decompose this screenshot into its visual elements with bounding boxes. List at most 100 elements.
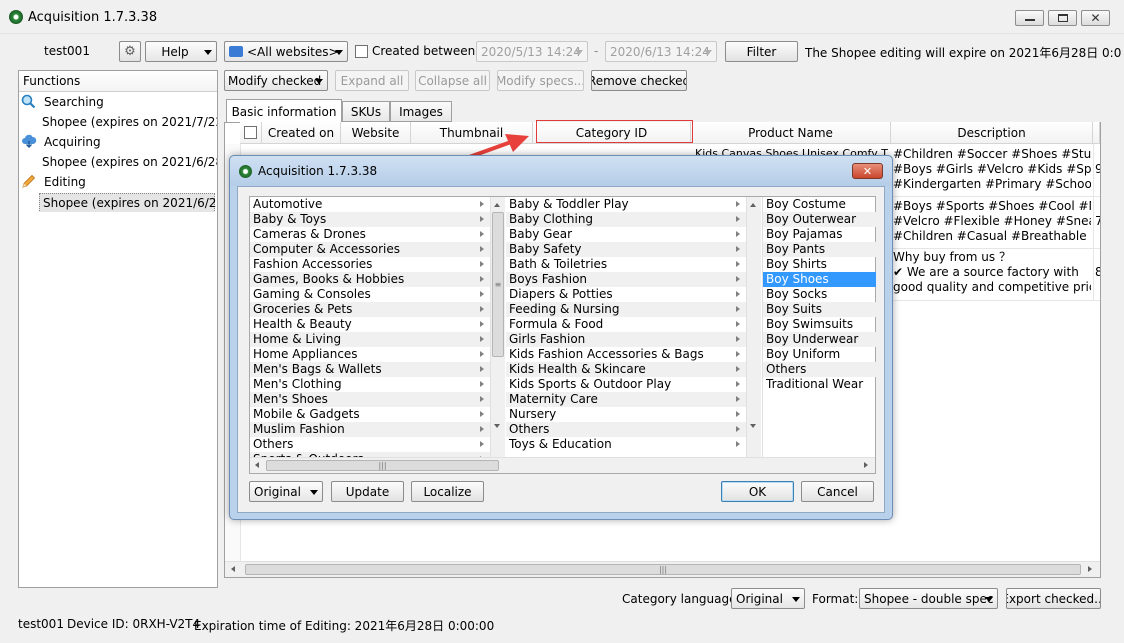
column-website[interactable]: Website (341, 122, 411, 144)
scrollbar-thumb[interactable]: ||| (266, 460, 499, 471)
category-item[interactable]: Boy Pajamas (763, 227, 876, 242)
remove-checked-button[interactable]: Remove checked (591, 70, 687, 91)
chevron-right-icon (480, 291, 484, 297)
category-item[interactable]: Games, Books & Hobbies (250, 272, 490, 287)
format-select[interactable]: Shopee - double spec (859, 588, 998, 609)
category-item[interactable]: Baby Clothing (506, 212, 746, 227)
category-item[interactable]: Toys & Education (506, 437, 746, 452)
table-row[interactable]: #Boys #Sports #Shoes #Cool #Mesh#Velcro … (893, 199, 1091, 244)
help-dropdown[interactable]: Help (145, 41, 217, 62)
category-item[interactable]: Mobile & Gadgets (250, 407, 490, 422)
category-item[interactable]: Maternity Care (506, 392, 746, 407)
category-item[interactable]: Nursery (506, 407, 746, 422)
maximize-button[interactable] (1048, 10, 1077, 26)
website-select[interactable]: <All websites> (224, 41, 348, 62)
column-description[interactable]: Description (891, 122, 1093, 144)
category-item[interactable]: Gaming & Consoles (250, 287, 490, 302)
category-item[interactable]: Boy Underwear (763, 332, 876, 347)
category-item[interactable]: Traditional Wear (763, 377, 876, 392)
category-item[interactable]: Formula & Food (506, 317, 746, 332)
scrollbar-thumb[interactable]: ≡ (492, 212, 504, 357)
collapse-all-button[interactable]: Collapse all (415, 70, 490, 91)
category-item[interactable]: Boy Swimsuits (763, 317, 876, 332)
category-item[interactable]: Health & Beauty (250, 317, 490, 332)
category-item[interactable]: Boy Shirts (763, 257, 876, 272)
tab-skus[interactable]: SKUs (342, 101, 390, 122)
table-row[interactable]: #Children #Soccer #Shoes #Student#Boys #… (893, 147, 1091, 192)
ok-button[interactable]: OK (721, 481, 794, 502)
category-item[interactable]: Men's Bags & Wallets (250, 362, 490, 377)
category-item[interactable]: Others (506, 422, 746, 437)
modify-specs-button[interactable]: Modify specs... (497, 70, 584, 91)
category-item[interactable]: Men's Clothing (250, 377, 490, 392)
category-item[interactable]: Bath & Toiletries (506, 257, 746, 272)
category-item[interactable]: Muslim Fashion (250, 422, 490, 437)
scrollbar-thumb[interactable]: ||| (245, 564, 1081, 575)
function-item-shopee[interactable]: Shopee (expires on 2021/6/28 ... (19, 192, 217, 212)
category-item[interactable]: Boy Pants (763, 242, 876, 257)
function-group-searching[interactable]: Searching (19, 92, 217, 112)
category-item[interactable]: Home & Living (250, 332, 490, 347)
update-button[interactable]: Update (331, 481, 404, 502)
category-item[interactable]: Baby Gear (506, 227, 746, 242)
category-item[interactable]: Feeding & Nursing (506, 302, 746, 317)
table-horizontal-scrollbar[interactable]: ||| (225, 561, 1100, 577)
category-item[interactable]: Groceries & Pets (250, 302, 490, 317)
category-item[interactable]: Baby & Toys (250, 212, 490, 227)
function-group-acquiring[interactable]: Acquiring (19, 132, 217, 152)
category-item[interactable]: Boy Costume (763, 197, 876, 212)
date-from-picker[interactable]: 2020/5/13 14:24 (476, 41, 588, 62)
category-item[interactable]: Boy Outerwear (763, 212, 876, 227)
modify-checked-dropdown[interactable]: Modify checked (224, 70, 328, 91)
column-product-name[interactable]: Product Name (691, 122, 891, 144)
category-item[interactable]: Kids Sports & Outdoor Play (506, 377, 746, 392)
category-item[interactable]: Boy Suits (763, 302, 876, 317)
date-separator: - (594, 44, 599, 58)
settings-button[interactable]: ⚙ (119, 41, 141, 62)
column-1-scrollbar[interactable]: ≡ (490, 197, 505, 457)
date-to-picker[interactable]: 2020/6/13 14:24 (605, 41, 717, 62)
category-item[interactable]: Others (250, 437, 490, 452)
category-item[interactable]: Fashion Accessories (250, 257, 490, 272)
category-item[interactable]: Diapers & Potties (506, 287, 746, 302)
close-button[interactable]: ✕ (1081, 10, 1110, 26)
created-between-checkbox[interactable] (355, 45, 368, 58)
category-item[interactable]: Kids Health & Skincare (506, 362, 746, 377)
function-item-shopee[interactable]: Shopee (expires on 2021/7/22 ... (19, 112, 217, 132)
category-item[interactable]: Girls Fashion (506, 332, 746, 347)
column-extra[interactable] (1093, 122, 1100, 144)
dialog-close-button[interactable]: ✕ (852, 163, 883, 179)
select-all-checkbox[interactable] (244, 126, 257, 139)
category-item[interactable]: Boy Socks (763, 287, 876, 302)
category-item[interactable]: Kids Fashion Accessories & Bags (506, 347, 746, 362)
category-item[interactable]: Cameras & Drones (250, 227, 490, 242)
function-group-editing[interactable]: Editing (19, 172, 217, 192)
category-item[interactable]: Automotive (250, 197, 490, 212)
tab-basic-information[interactable]: Basic information (226, 99, 342, 123)
status-bar: test001 Device ID: 0RXH-V2T4 Expiration … (0, 612, 1124, 643)
category-language-select[interactable]: Original (731, 588, 805, 609)
category-source-dropdown[interactable]: Original (249, 481, 323, 502)
chevron-right-icon (480, 216, 484, 222)
column-2-scrollbar[interactable] (746, 197, 761, 457)
expand-all-button[interactable]: Expand all (335, 70, 409, 91)
localize-button[interactable]: Localize (411, 481, 484, 502)
cancel-button[interactable]: Cancel (801, 481, 874, 502)
category-item[interactable]: Boy Uniform (763, 347, 876, 362)
column-created-on[interactable]: Created on (262, 122, 341, 144)
category-item[interactable]: Baby Safety (506, 242, 746, 257)
category-item[interactable]: Boy Shoes (763, 272, 876, 287)
category-item[interactable]: Home Appliances (250, 347, 490, 362)
export-checked-button[interactable]: Export checked... (1006, 588, 1101, 609)
category-item[interactable]: Men's Shoes (250, 392, 490, 407)
category-item[interactable]: Computer & Accessories (250, 242, 490, 257)
filter-button[interactable]: Filter (725, 41, 798, 62)
minimize-button[interactable] (1015, 10, 1044, 26)
category-item[interactable]: Boys Fashion (506, 272, 746, 287)
function-item-shopee[interactable]: Shopee (expires on 2021/6/28 ... (19, 152, 217, 172)
category-item[interactable]: Others (763, 362, 876, 377)
category-item[interactable]: Baby & Toddler Play (506, 197, 746, 212)
table-row[interactable]: Why buy from us ？ ✔ We are a source facto… (893, 250, 1091, 295)
category-horizontal-scrollbar[interactable]: ||| (250, 457, 875, 473)
tab-images[interactable]: Images (390, 101, 452, 122)
